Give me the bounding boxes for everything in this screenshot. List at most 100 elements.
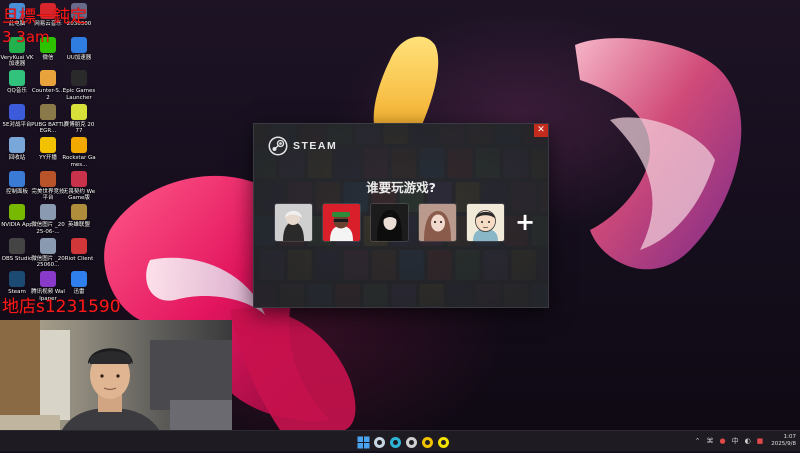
- steam-logo-icon: [268, 136, 288, 156]
- obs-icon: [9, 237, 25, 254]
- speaker-icon[interactable]: ◐: [745, 437, 751, 445]
- avatar-image: [419, 204, 456, 241]
- desktop-icon[interactable]: NVIDIA App: [0, 204, 34, 229]
- tencent-video-icon: [40, 271, 56, 287]
- desktop-icon[interactable]: YY开播: [31, 137, 65, 162]
- taskbar: ⌃ ⌘ ● 中 ◐ ■ 1:07 2025/9/8: [0, 430, 800, 451]
- riot-client-icon: [71, 237, 87, 254]
- desktop-icon-label: PUBG BATTLEGR...: [31, 121, 65, 135]
- lol-icon: [71, 204, 87, 220]
- who-is-playing-heading: 谁要玩游戏?: [366, 180, 436, 195]
- desktop-icon[interactable]: 无畏契约 WeGame版: [62, 170, 96, 202]
- ime-indicator[interactable]: 中: [732, 436, 739, 446]
- microphone-icon[interactable]: ●: [719, 437, 725, 445]
- desktop-icon-label: 微信: [42, 54, 54, 61]
- overlay-time-text: 3 3am: [2, 28, 50, 46]
- avatar-image: [467, 204, 504, 241]
- overlay-handle-text: 地店s1231590: [2, 297, 121, 317]
- desktop-icon[interactable]: UU加速器: [62, 36, 96, 62]
- overlay-title-text: 旦標一鈍定: [2, 7, 87, 27]
- desktop-icon-label: 5E对战平台: [2, 121, 32, 128]
- image-file-icon: [40, 237, 56, 254]
- desktop-icon[interactable]: 控制面板: [0, 170, 34, 196]
- desktop-icon-label: Counter-S... 2: [31, 88, 65, 101]
- clock-date: 2025/9/8: [771, 441, 796, 447]
- pubg-icon: [40, 103, 56, 120]
- account-avatar-5[interactable]: [467, 204, 504, 241]
- steam-logo: STEAM: [268, 136, 337, 156]
- desktop-icon[interactable]: OBS Studio: [0, 237, 34, 263]
- desktop-icon[interactable]: 英雄联盟: [62, 204, 96, 229]
- desktop-icon-label: NVIDIA App: [1, 222, 33, 228]
- thunder-icon: [71, 271, 87, 287]
- qq-music-icon: [9, 70, 25, 86]
- desktop-icon[interactable]: Counter-S... 2: [31, 70, 65, 101]
- avatar-image: [323, 204, 360, 241]
- steam-taskbar-icon[interactable]: [373, 434, 386, 448]
- valorant-icon: [71, 170, 87, 187]
- image-file-icon: [40, 204, 56, 220]
- desktop-icon-label: 英雄联盟: [67, 222, 90, 228]
- rockstar-icon: [71, 137, 87, 153]
- 5e-platform-icon: [9, 103, 25, 120]
- desktop-icon-label: QQ音乐: [7, 88, 27, 94]
- steam-icon: [9, 271, 25, 287]
- control-panel-icon: [9, 170, 25, 187]
- desktop-icon-label: 微信图片 _2025-06-...: [31, 222, 65, 235]
- steam-logo-text: STEAM: [293, 140, 338, 152]
- clock-time: 1:07: [783, 434, 796, 440]
- cs2-icon: [40, 70, 56, 86]
- recycle-bin-icon: [9, 137, 25, 153]
- yy-taskbar-icon[interactable]: [437, 434, 450, 448]
- desktop-icon[interactable]: 赛博朋克 2077: [62, 103, 96, 135]
- desktop-icon[interactable]: QQ音乐: [0, 70, 34, 95]
- network-icon[interactable]: ⌘: [706, 437, 713, 445]
- account-avatar-1[interactable]: [275, 204, 312, 241]
- obs-taskbar-icon[interactable]: [405, 434, 418, 448]
- epic-games-icon: [71, 70, 87, 86]
- desktop-icon-label: Rockstar Games...: [62, 155, 96, 168]
- desktop-icon-label: OBS Studio: [1, 255, 33, 262]
- clock[interactable]: 1:07 2025/9/8: [771, 434, 796, 448]
- desktop-icon-label: Epic Games Launcher: [62, 88, 96, 101]
- add-account-button[interactable]: +: [515, 204, 535, 241]
- desktop-icon-label: UU加速器: [66, 54, 92, 61]
- yy-live-icon: [40, 137, 56, 153]
- app-tray-icon[interactable]: ■: [757, 437, 764, 445]
- close-button[interactable]: ✕: [534, 124, 548, 137]
- perfect-world-icon: [40, 170, 56, 187]
- desktop-icon[interactable]: Riot Client: [62, 237, 96, 263]
- system-tray: ⌃ ⌘ ● 中 ◐ ■ 1:07 2025/9/8: [689, 431, 796, 451]
- chevron-up-icon[interactable]: ⌃: [695, 437, 701, 445]
- cyberpunk-icon: [71, 103, 87, 120]
- account-avatar-3[interactable]: [371, 204, 408, 241]
- desktop-icon[interactable]: 微信图片 _2025060...: [31, 237, 65, 269]
- avatar-image: [371, 204, 408, 241]
- windows-start-icon[interactable]: [357, 434, 370, 449]
- desktop-icon[interactable]: 5E对战平台: [0, 103, 34, 129]
- desktop-icon[interactable]: PUBG BATTLEGR...: [31, 103, 65, 135]
- desktop-icon-label: 控制面板: [5, 188, 28, 195]
- desktop-icon[interactable]: 微信图片 _2025-06-...: [31, 204, 65, 235]
- desktop-icon-label: VeryKuai VK 加速器: [0, 54, 34, 68]
- desktop-icon-label: 微信图片 _2025060...: [31, 255, 65, 269]
- desktop-icon-label: 完美世界竞技平台: [31, 188, 65, 202]
- avatar-image: [275, 204, 312, 241]
- desktop-icon-label: 无畏契约 WeGame版: [62, 188, 96, 202]
- account-avatar-4[interactable]: [419, 204, 456, 241]
- desktop-icon-label: YY开播: [39, 155, 57, 161]
- desktop-icon[interactable]: 完美世界竞技平台: [31, 170, 65, 202]
- desktop-icon-label: Riot Client: [64, 255, 94, 262]
- nvidia-icon: [9, 204, 25, 220]
- edge-icon[interactable]: [389, 434, 402, 448]
- desktop-icon[interactable]: 回收站: [0, 137, 34, 162]
- desktop-icon-label: 赛博朋克 2077: [63, 121, 95, 135]
- desktop-icon-label: 回收站: [8, 155, 26, 161]
- uu-accelerator-icon: [71, 36, 87, 53]
- account-avatar-row: +: [275, 204, 535, 241]
- desktop-icon[interactable]: Epic Games Launcher: [62, 70, 96, 101]
- desktop-icon[interactable]: Rockstar Games...: [62, 137, 96, 168]
- chrome-icon[interactable]: [421, 434, 434, 448]
- steam-account-picker-window: ✕ STEAM 谁要玩游戏? +: [253, 123, 549, 308]
- account-avatar-2[interactable]: [323, 204, 360, 241]
